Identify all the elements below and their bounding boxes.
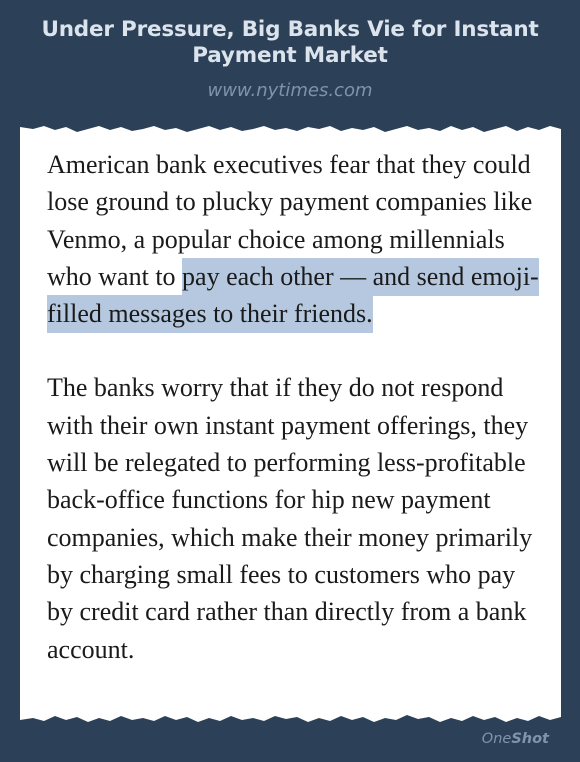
article-header: Under Pressure, Big Banks Vie for Instan… bbox=[0, 0, 580, 120]
source-url: www.nytimes.com bbox=[207, 80, 373, 101]
quote-card: American bank executives fear that they … bbox=[20, 124, 561, 724]
torn-bottom-edge bbox=[20, 715, 561, 724]
paragraph-1: American bank executives fear that they … bbox=[47, 146, 539, 334]
paragraph-2: The banks worry that if they do not resp… bbox=[47, 373, 533, 664]
oneshot-watermark: OneShot bbox=[482, 730, 549, 748]
watermark-part-2: Shot bbox=[511, 731, 549, 747]
article-excerpt: American bank executives fear that they … bbox=[47, 146, 539, 668]
article-headline: Under Pressure, Big Banks Vie for Instan… bbox=[41, 17, 539, 68]
torn-top-edge bbox=[20, 124, 561, 132]
watermark-part-1: One bbox=[481, 731, 512, 747]
